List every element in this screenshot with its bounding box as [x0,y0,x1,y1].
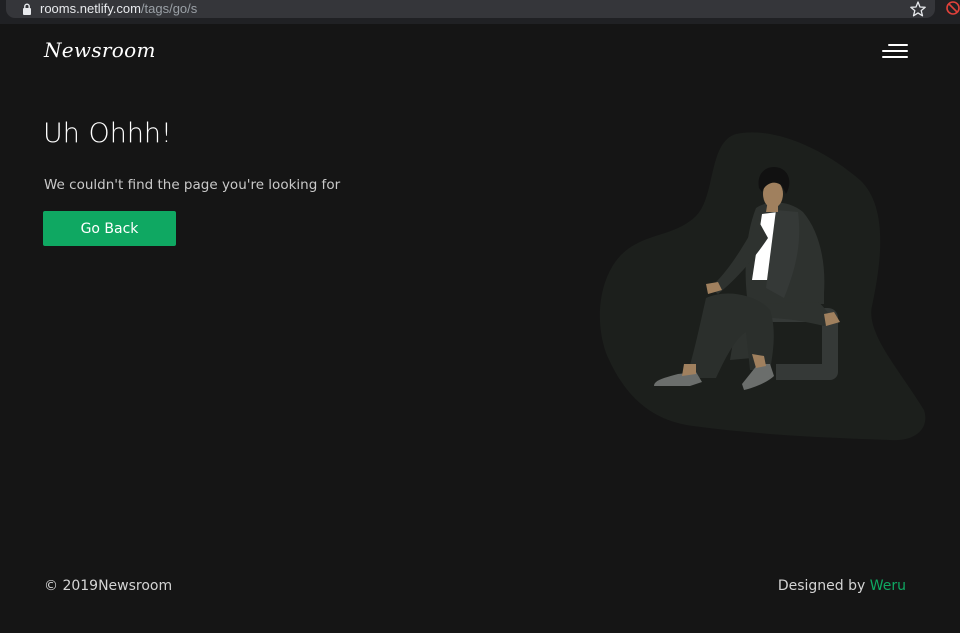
lock-icon [23,3,31,15]
url-domain: rooms.netlify.com [40,1,141,16]
extension-icon[interactable] [944,0,960,16]
url-text[interactable]: rooms.netlify.com/tags/go/s [40,1,197,17]
bookmark-star-icon[interactable] [909,0,927,18]
designed-by-text: Designed by Weru [778,578,906,594]
go-back-button[interactable]: Go Back [43,211,176,246]
address-bar[interactable]: rooms.netlify.com/tags/go/s [6,0,935,18]
error-message: We couldn't find the page you're looking… [44,177,341,193]
copyright-text: © 2019Newsroom [44,578,173,594]
designed-by-prefix: Designed by [777,578,870,594]
page-title: Uh Ohhh! [43,118,172,149]
designer-link[interactable]: Weru [870,578,906,594]
page: Newsroom Uh Ohhh! We couldn't find the p… [0,24,960,633]
url-path: /tags/go/s [140,1,198,16]
browser-toolbar: rooms.netlify.com/tags/go/s [0,0,960,24]
hamburger-menu-icon[interactable] [880,44,908,66]
site-logo[interactable]: Newsroom [44,38,156,62]
person-sitting-illustration [599,132,926,441]
